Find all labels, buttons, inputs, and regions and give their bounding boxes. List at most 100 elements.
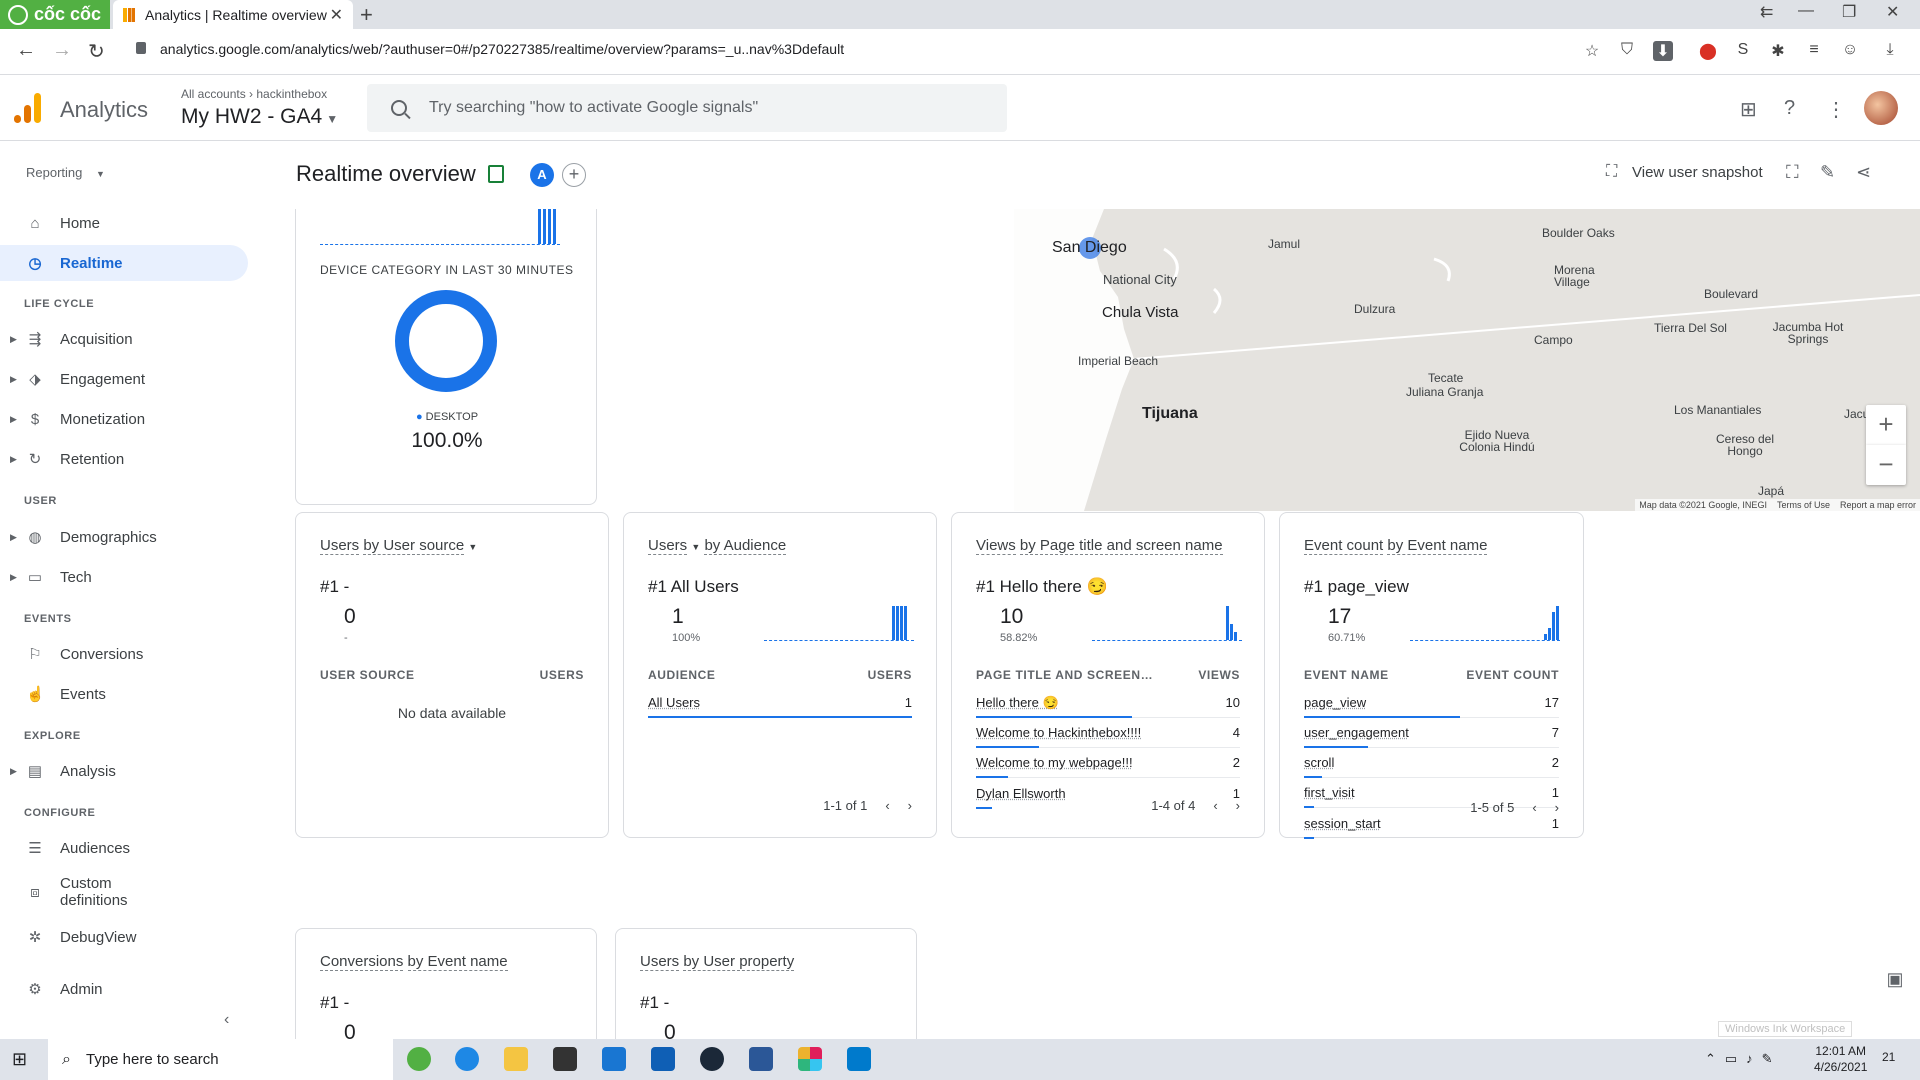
sidebar-item-home[interactable]: ⌂ Home — [0, 205, 248, 241]
card-title[interactable]: Users by User source ▼ — [320, 537, 477, 555]
apps-grid-icon[interactable]: ⊞ — [1740, 97, 1757, 122]
map-report-link[interactable]: Report a map error — [1840, 500, 1916, 510]
desktop-slice[interactable] — [395, 290, 497, 392]
table-row[interactable]: scroll 2 — [1304, 748, 1559, 778]
vscode-app-icon[interactable] — [847, 1047, 871, 1071]
card-metric[interactable]: Event count — [1304, 537, 1384, 555]
row-label[interactable]: Hello there 😏 — [976, 695, 1059, 711]
row-label[interactable]: Welcome to my webpage!!! — [976, 755, 1133, 770]
table-row[interactable]: All Users 1 — [648, 688, 912, 718]
search-box[interactable]: Try searching "how to activate Google si… — [367, 84, 1007, 132]
sidebar-item-conversions[interactable]: ⚐ Conversions — [0, 636, 248, 672]
next-page-icon[interactable]: › — [1555, 800, 1559, 815]
browser-tab[interactable]: Analytics | Realtime overview ✕ — [113, 0, 353, 29]
customize-report-icon[interactable]: ✎ — [1820, 162, 1835, 183]
card-metric[interactable]: Users — [640, 953, 680, 971]
edge-app-icon[interactable] — [455, 1047, 479, 1071]
comparison-badge[interactable]: A — [530, 163, 554, 187]
card-dimension[interactable]: by Event name — [1387, 537, 1488, 555]
new-tab-icon[interactable]: + — [360, 2, 373, 28]
realtime-map[interactable]: San Diego Jamul Boulder Oaks National Ci… — [1014, 209, 1920, 511]
minimize-icon[interactable]: — — [1798, 2, 1814, 20]
system-tray[interactable]: ⌃▭♪✎ — [1705, 1051, 1782, 1067]
zoom-out-button[interactable]: − — [1866, 445, 1906, 485]
sidebar-item-engagement[interactable]: ▶ ⬗ Engagement — [0, 361, 248, 397]
bookmark-star-icon[interactable]: ☆ — [1582, 41, 1602, 61]
file-explorer-icon[interactable] — [504, 1047, 528, 1071]
windows-start-icon[interactable]: ⊞ — [12, 1049, 27, 1070]
row-label[interactable]: scroll — [1304, 755, 1334, 770]
system-clock[interactable]: 12:01 AM 4/26/2021 — [1814, 1043, 1867, 1075]
url-field[interactable]: analytics.google.com/analytics/web/?auth… — [160, 41, 844, 57]
card-title[interactable]: Users ▼ by Audience — [648, 537, 787, 555]
store-app-icon[interactable] — [553, 1047, 577, 1071]
reporting-dropdown[interactable]: Reporting ▼ — [26, 165, 105, 180]
slack-app-icon[interactable] — [798, 1047, 822, 1071]
download-page-icon[interactable]: ⬇ — [1653, 41, 1673, 61]
sidebar-item-audiences[interactable]: ☰ Audiences — [0, 830, 248, 866]
next-page-icon[interactable]: › — [908, 798, 912, 813]
browser-brand[interactable]: cốc cốc — [0, 0, 110, 29]
prev-page-icon[interactable]: ‹ — [1532, 800, 1536, 815]
card-metric[interactable]: Users — [648, 537, 688, 555]
forward-icon[interactable]: → — [52, 39, 72, 62]
sidebar-item-debugview[interactable]: ✲ DebugView — [0, 919, 248, 955]
downloads-icon[interactable]: ⤓ — [1880, 41, 1900, 61]
outlook-app-icon[interactable] — [651, 1047, 675, 1071]
row-label[interactable]: session_start — [1304, 816, 1381, 831]
table-row[interactable]: Hello there 😏 10 — [976, 688, 1240, 718]
row-label[interactable]: page_view — [1304, 695, 1366, 710]
shield-icon[interactable]: ⛉ — [1617, 41, 1637, 61]
playlist-icon[interactable]: ≡ — [1804, 41, 1824, 61]
sidebar-item-custom-definitions[interactable]: ⧈ Custom definitions — [0, 870, 248, 914]
collapse-sidebar-icon[interactable]: ‹ — [224, 1011, 229, 1029]
table-row[interactable]: Welcome to my webpage!!! 2 — [976, 748, 1240, 778]
window-close-icon[interactable]: ✕ — [1886, 2, 1899, 22]
account-breadcrumb[interactable]: All accounts › hackinthebox — [181, 87, 327, 101]
card-title[interactable]: Conversions by Event name — [320, 953, 508, 971]
card-dimension[interactable]: by Page title and screen name — [1019, 537, 1223, 555]
restore-icon[interactable]: ❐ — [1842, 2, 1856, 22]
back-icon[interactable]: ← — [16, 39, 36, 62]
row-label[interactable]: All Users — [648, 695, 700, 710]
powershell-app-icon[interactable] — [749, 1047, 773, 1071]
opera-ext-icon[interactable]: ⬤ — [1698, 41, 1718, 61]
extensions-puzzle-icon[interactable]: ✱ — [1768, 41, 1788, 61]
card-metric[interactable]: Views — [976, 537, 1016, 555]
device-donut-chart[interactable] — [394, 289, 498, 393]
next-page-icon[interactable]: › — [1236, 798, 1240, 813]
sidebar-item-events[interactable]: ☝ Events — [0, 676, 248, 712]
reload-icon[interactable]: ↻ — [88, 39, 105, 64]
mail-app-icon[interactable] — [602, 1047, 626, 1071]
card-title[interactable]: Views by Page title and screen name — [976, 537, 1223, 555]
table-row[interactable]: user_engagement 7 — [1304, 718, 1559, 748]
taskbar-search[interactable]: ⌕ Type here to search — [48, 1039, 393, 1080]
saved-report-icon[interactable] — [488, 165, 504, 183]
profile-ext-icon[interactable]: ☺ — [1840, 41, 1860, 61]
sidebar-item-monetization[interactable]: ▶ $ Monetization — [0, 401, 248, 437]
sidebar-item-analysis[interactable]: ▶ ▤ Analysis — [0, 753, 248, 789]
map-terms-link[interactable]: Terms of Use — [1777, 500, 1830, 510]
avatar[interactable] — [1864, 91, 1898, 125]
zoom-in-button[interactable]: + — [1866, 405, 1906, 445]
table-row[interactable]: page_view 17 — [1304, 688, 1559, 718]
row-label[interactable]: Dylan Ellsworth — [976, 786, 1066, 801]
tab-close-icon[interactable]: ✕ — [330, 5, 343, 25]
more-vert-icon[interactable]: ⋮ — [1826, 97, 1846, 122]
share-icon[interactable]: ⋖ — [1856, 162, 1871, 183]
prev-page-icon[interactable]: ‹ — [1213, 798, 1217, 813]
sidebar-item-acquisition[interactable]: ▶ ⇶ Acquisition — [0, 321, 248, 357]
sidebar-item-demographics[interactable]: ▶ ◍ Demographics — [0, 519, 248, 555]
sidebar-item-tech[interactable]: ▶ ▭ Tech — [0, 559, 248, 595]
card-title[interactable]: Event count by Event name — [1304, 537, 1488, 555]
feedback-icon[interactable]: ▣ — [1880, 969, 1910, 999]
tab-search-icon[interactable]: ⇇ — [1760, 2, 1773, 22]
card-title[interactable]: Users by User property — [640, 953, 795, 971]
view-user-snapshot-button[interactable]: View user snapshot — [1632, 164, 1763, 181]
sidebar-item-admin[interactable]: ⚙ Admin — [0, 971, 248, 1007]
sidebar-item-retention[interactable]: ▶ ↻ Retention — [0, 441, 248, 477]
add-comparison-icon[interactable]: + — [562, 163, 586, 187]
prev-page-icon[interactable]: ‹ — [885, 798, 889, 813]
card-dimension[interactable]: by Event name — [407, 953, 508, 971]
row-label[interactable]: first_visit — [1304, 785, 1355, 800]
